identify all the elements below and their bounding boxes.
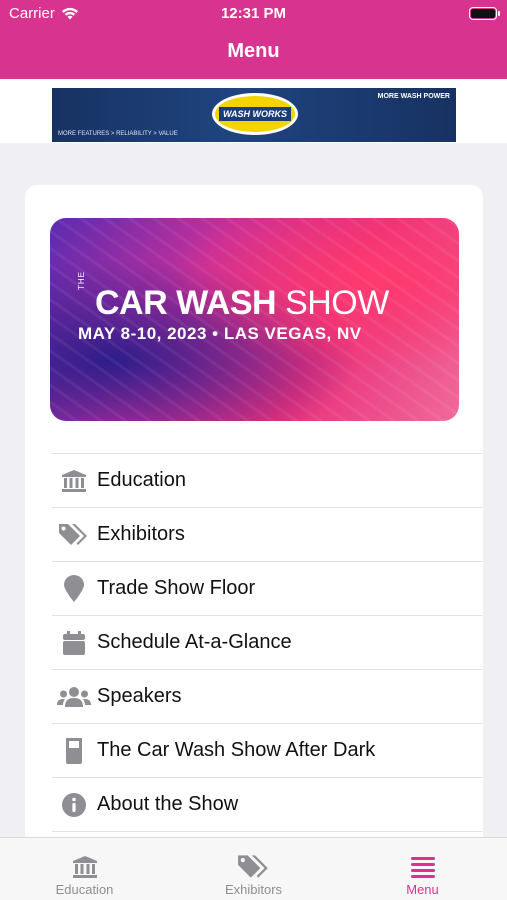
menu-item-label: Education xyxy=(97,469,186,491)
menu-item-after-dark[interactable]: The Car Wash Show After Dark xyxy=(52,723,483,777)
status-time: 12:31 PM xyxy=(220,5,287,22)
tab-education[interactable]: Education xyxy=(0,838,169,900)
calendar-icon xyxy=(52,630,96,656)
navigation-header: Carrier 12:31 PM Menu xyxy=(0,0,507,79)
menu-item-speakers[interactable]: Speakers xyxy=(52,669,483,723)
banner-date: MAY 8-10, 2023 • LAS VEGAS, NV xyxy=(78,324,362,343)
hamburger-menu-icon xyxy=(410,852,436,882)
menu-list: Education Exhibitors Trade Show Floor Sc… xyxy=(52,453,483,865)
menu-item-label: Trade Show Floor xyxy=(97,577,256,599)
bank-icon xyxy=(52,469,96,493)
info-icon xyxy=(52,792,96,818)
wash-works-logo: WASH WORKS xyxy=(212,93,298,135)
users-icon xyxy=(52,686,96,708)
menu-item-education[interactable]: Education xyxy=(52,453,483,507)
ad-strip: WASH WORKS MORE WASH POWER MORE FEATURES… xyxy=(0,79,507,143)
tags-icon xyxy=(52,522,96,548)
menu-item-trade-show-floor[interactable]: Trade Show Floor xyxy=(52,561,483,615)
menu-item-label: Speakers xyxy=(97,685,182,707)
menu-item-label: About the Show xyxy=(97,793,239,815)
tab-label: Menu xyxy=(406,882,439,897)
event-banner: THE CAR WASH SHOW MAY 8-10, 2023 • LAS V… xyxy=(50,218,459,421)
advertisement-banner[interactable]: WASH WORKS MORE WASH POWER MORE FEATURES… xyxy=(52,88,456,142)
ad-brand: WASH WORKS xyxy=(219,107,291,121)
map-pin-icon xyxy=(52,574,96,603)
banner-the: THE xyxy=(77,271,86,290)
menu-item-label: Exhibitors xyxy=(97,523,185,545)
ad-tagline-left: MORE FEATURES > RELIABILITY > VALUE xyxy=(58,131,178,137)
tab-exhibitors[interactable]: Exhibitors xyxy=(169,838,338,900)
tab-label: Education xyxy=(55,882,114,897)
bank-icon xyxy=(71,852,99,882)
menu-item-label: Schedule At-a-Glance xyxy=(97,631,292,653)
tags-icon xyxy=(237,852,271,882)
banner-title: CAR WASH SHOW xyxy=(95,284,389,322)
battery-icon xyxy=(469,7,500,20)
menu-item-about[interactable]: About the Show xyxy=(52,777,483,831)
tab-menu[interactable]: Menu xyxy=(338,838,507,900)
menu-item-exhibitors[interactable]: Exhibitors xyxy=(52,507,483,561)
menu-item-schedule[interactable]: Schedule At-a-Glance xyxy=(52,615,483,669)
tab-bar: Education Exhibitors Menu xyxy=(0,837,507,900)
menu-card: THE CAR WASH SHOW MAY 8-10, 2023 • LAS V… xyxy=(25,185,483,865)
menu-item-label: The Car Wash Show After Dark xyxy=(97,739,376,761)
glass-icon xyxy=(52,737,96,765)
page-title: Menu xyxy=(227,40,280,62)
tab-label: Exhibitors xyxy=(224,882,283,897)
status-bar: Carrier 12:31 PM xyxy=(0,0,507,28)
ad-tagline-right: MORE WASH POWER xyxy=(377,93,450,100)
